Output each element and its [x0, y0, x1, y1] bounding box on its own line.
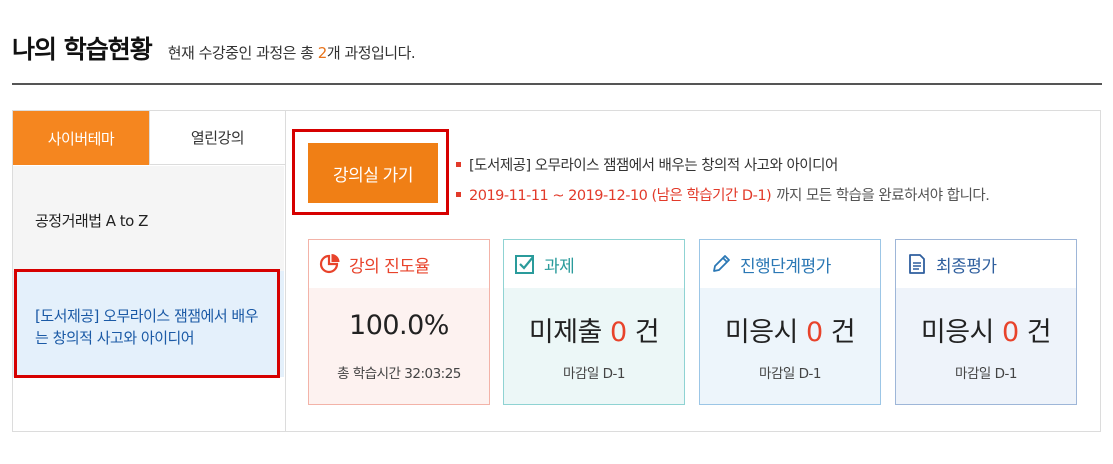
card-title: 최종평가 — [936, 256, 997, 277]
tab-open-lecture[interactable]: 열린강의 — [149, 111, 285, 165]
pencil-icon — [713, 255, 730, 272]
status-label: 미응시 — [724, 317, 806, 348]
goto-classroom-button[interactable]: 강의실 가기 — [308, 143, 438, 203]
header-divider — [12, 83, 1102, 85]
course-period: 2019-11-11 ~ 2019-12-10 (남은 학습기간 D-1) — [469, 187, 772, 204]
course-count-text: 현재 수강중인 과정은 총 2개 과정입니다. — [167, 42, 416, 63]
study-time: 총 학습시간 32:03:25 — [337, 366, 461, 382]
card-body: 미제출 0 건 마감일 D-1 — [504, 288, 684, 404]
card-title: 진행단계평가 — [740, 256, 831, 277]
status-unit: 건 — [830, 317, 856, 348]
card-body: 100.0% 총 학습시간 32:03:25 — [309, 288, 489, 404]
progress-value: 100.0% — [349, 310, 449, 341]
course-detail: 강의실 가기 [도서제공] 오무라이스 잼잼에서 배우는 창의적 사고와 아이디… — [286, 111, 1100, 431]
card-body: 미응시 0 건 마감일 D-1 — [896, 288, 1076, 404]
stage-evaluation-card: 진행단계평가 미응시 0 건 마감일 D-1 — [699, 239, 881, 405]
assignment-card: 과제 미제출 0 건 마감일 D-1 — [503, 239, 685, 405]
course-title: [도서제공] 오무라이스 잼잼에서 배우는 창의적 사고와 아이디어 — [469, 157, 838, 174]
progress-card: 강의 진도율 100.0% 총 학습시간 32:03:25 — [308, 239, 490, 405]
pie-chart-icon — [319, 254, 340, 274]
status-unit: 건 — [634, 317, 660, 348]
tab-cyber-theme[interactable]: 사이버테마 — [13, 111, 149, 165]
learning-status-panel: 사이버테마 열린강의 공정거래법 A to Z [도서제공] 오무라이스 잼잼에… — [12, 110, 1101, 432]
document-icon — [909, 254, 925, 274]
category-tabs: 사이버테마 열린강의 — [13, 111, 285, 165]
checkbox-icon — [515, 255, 534, 274]
evaluation-status: 미응시 0 건 — [700, 310, 880, 349]
card-header: 진행단계평가 — [700, 240, 880, 288]
final-status: 미응시 0 건 — [896, 310, 1076, 349]
card-header: 최종평가 — [896, 240, 1076, 288]
course-item-omurice[interactable]: [도서제공] 오무라이스 잼잼에서 배우는 창의적 사고와 아이디어 — [13, 271, 284, 377]
deadline: 마감일 D-1 — [759, 366, 821, 382]
card-header: 강의 진도율 — [309, 240, 489, 288]
status-count: 0 — [609, 317, 627, 348]
assignment-status: 미제출 0 건 — [504, 310, 684, 349]
status-label: 미응시 — [920, 317, 1002, 348]
bullet-icon — [456, 161, 461, 167]
status-label: 미제출 — [528, 317, 610, 348]
period-note: 까지 모든 학습을 완료하셔야 합니다. — [776, 187, 990, 204]
subtitle-prefix: 현재 수강중인 과정은 총 — [167, 44, 318, 62]
deadline: 마감일 D-1 — [955, 366, 1017, 382]
course-sidebar: 사이버테마 열린강의 공정거래법 A to Z [도서제공] 오무라이스 잼잼에… — [13, 111, 286, 431]
course-item-fair-trade[interactable]: 공정거래법 A to Z — [13, 166, 284, 271]
course-title-line: [도서제공] 오무라이스 잼잼에서 배우는 창의적 사고와 아이디어 — [456, 149, 989, 179]
subtitle-suffix: 개 과정입니다. — [326, 44, 416, 62]
card-title: 강의 진도율 — [349, 256, 430, 277]
card-header: 과제 — [504, 240, 684, 288]
bullet-icon — [456, 191, 461, 197]
course-period-line: 2019-11-11 ~ 2019-12-10 (남은 학습기간 D-1) 까지… — [456, 179, 990, 209]
status-unit: 건 — [1026, 317, 1052, 348]
course-count: 2 — [317, 44, 328, 62]
card-title: 과제 — [544, 256, 575, 277]
page-title: 나의 학습현황 — [12, 35, 153, 64]
status-count: 0 — [1001, 317, 1019, 348]
card-body: 미응시 0 건 마감일 D-1 — [700, 288, 880, 404]
final-evaluation-card: 최종평가 미응시 0 건 마감일 D-1 — [895, 239, 1077, 405]
status-count: 0 — [805, 317, 823, 348]
page-header: 나의 학습현황 현재 수강중인 과정은 총 2개 과정입니다. — [12, 30, 416, 66]
course-info: [도서제공] 오무라이스 잼잼에서 배우는 창의적 사고와 아이디어 2019-… — [456, 149, 990, 209]
deadline: 마감일 D-1 — [563, 366, 625, 382]
